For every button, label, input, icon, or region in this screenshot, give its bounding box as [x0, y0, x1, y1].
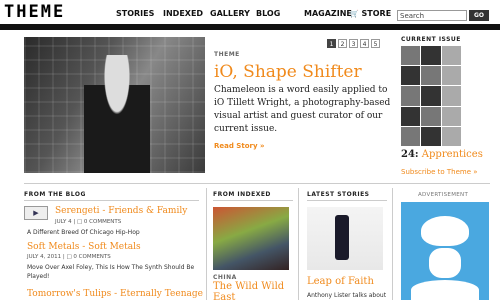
nav-gallery[interactable]: GALLERY [210, 9, 250, 18]
column-divider [298, 188, 299, 300]
indexed-image[interactable] [213, 207, 289, 270]
post-date: JULY 4, 2011 [27, 254, 62, 260]
header-rule [0, 24, 500, 30]
site-logo[interactable]: THEME [4, 4, 104, 21]
indexed-kicker: CHINA [213, 274, 237, 281]
blog-post-meta-1: JULY 4 | □ 0 COMMENTS [55, 219, 122, 225]
indexed-title-line2[interactable]: East [213, 292, 235, 300]
hero-image[interactable] [24, 37, 205, 173]
blog-post-title-3[interactable]: Tomorrow's Tulips - Eternally Teenage [27, 289, 203, 299]
column-divider [392, 188, 393, 300]
pager-1[interactable]: 1 [327, 39, 336, 48]
latest-heading: LATEST STORIES [307, 191, 370, 198]
issue-number: 24: [401, 149, 419, 160]
cart-icon: 🛒 [350, 10, 359, 18]
subscribe-link[interactable]: Subscribe to Theme » [401, 168, 478, 176]
read-story-link[interactable]: Read Story » [214, 142, 264, 150]
issue-name: Apprentices [421, 149, 483, 160]
play-icon: ▶ [33, 209, 39, 217]
ad-banner[interactable] [401, 202, 489, 300]
post-comments[interactable]: 0 COMMENTS [84, 219, 121, 225]
blog-post-excerpt-2: Move Over Axel Foley, This Is How The Sy… [27, 264, 195, 271]
blog-post-title-2[interactable]: Soft Metals - Soft Metals [27, 242, 141, 252]
blog-post-title-1[interactable]: Serengeti - Friends & Family [55, 206, 187, 216]
latest-image[interactable] [307, 207, 383, 270]
pager-2[interactable]: 2 [338, 39, 347, 48]
current-issue-heading: CURRENT ISSUE [401, 36, 461, 43]
nav-store[interactable]: 🛒 STORE [350, 9, 391, 18]
pager-3[interactable]: 3 [349, 39, 358, 48]
indexed-heading-rule [213, 200, 293, 201]
blog-post-excerpt-2b: Played! [27, 273, 50, 280]
post-comments[interactable]: 0 COMMENTS [73, 254, 110, 260]
comment-icon: □ [66, 254, 72, 260]
nav-store-label: STORE [361, 9, 392, 18]
pager-4[interactable]: 4 [360, 39, 369, 48]
latest-title[interactable]: Leap of Faith [307, 276, 374, 287]
blog-post-thumbnail[interactable]: ▶ [24, 206, 48, 220]
nav-magazine[interactable]: MAGAZINE [304, 9, 352, 18]
blog-heading: FROM THE BLOG [24, 191, 86, 198]
comment-icon: □ [76, 219, 83, 225]
column-divider [206, 188, 207, 300]
issue-title[interactable]: 24: Apprentices [401, 149, 483, 160]
search-go-button[interactable]: GO [469, 10, 489, 21]
search-input[interactable] [397, 10, 467, 21]
nav-blog[interactable]: BLOG [256, 9, 280, 18]
blog-post-meta-2: JULY 4, 2011 | □ 0 COMMENTS [27, 254, 111, 260]
indexed-title-line1[interactable]: The Wild Wild [213, 281, 284, 292]
latest-heading-rule [307, 200, 387, 201]
latest-excerpt: Anthony Lister talks about [307, 292, 387, 299]
section-divider [24, 183, 490, 184]
nav-indexed[interactable]: INDEXED [163, 9, 203, 18]
hero-kicker: THEME [214, 51, 240, 58]
blog-post-excerpt-1: A Different Breed Of Chicago Hip-Hop [27, 229, 140, 236]
issue-cover[interactable] [401, 46, 461, 146]
indexed-heading: FROM INDEXED [213, 191, 271, 198]
ad-heading: ADVERTISEMENT [418, 192, 469, 198]
pager-5[interactable]: 5 [371, 39, 380, 48]
hero-title[interactable]: iO, Shape Shifter [214, 62, 362, 82]
blog-heading-rule [24, 200, 199, 201]
nav-stories[interactable]: STORIES [116, 9, 154, 18]
hero-dek: Chameleon is a word easily applied to iO… [214, 85, 391, 134]
post-date: JULY 4 [55, 219, 72, 225]
